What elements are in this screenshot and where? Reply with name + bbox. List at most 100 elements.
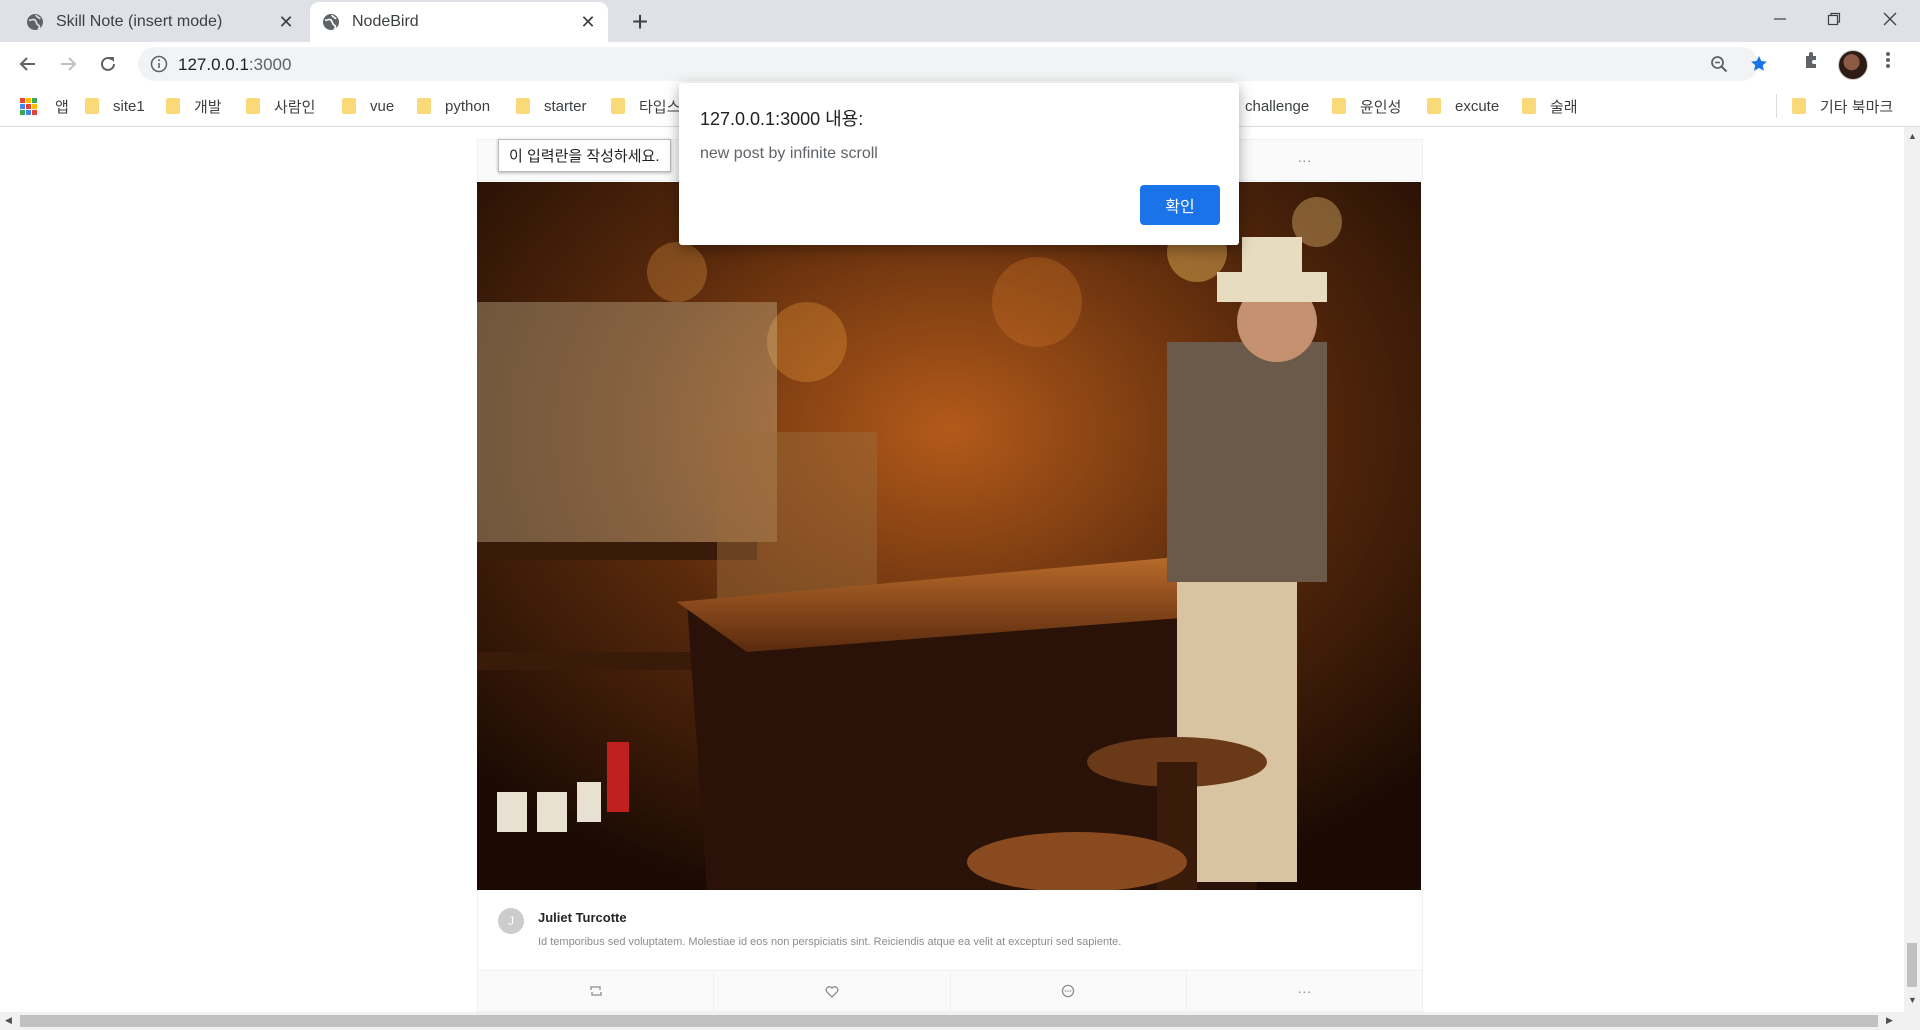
more-button[interactable]: ··· (1187, 971, 1422, 1011)
folder-icon (246, 98, 260, 114)
close-icon (1883, 12, 1897, 26)
browser-toolbar: 127.0.0.1:3000 (0, 42, 1920, 86)
folder-icon (1522, 98, 1536, 114)
reload-button[interactable] (94, 50, 122, 78)
url-port: :3000 (248, 55, 292, 74)
bookmark-label: 타입스 (639, 98, 681, 116)
globe-icon (323, 14, 339, 30)
post-author: Juliet Turcotte (538, 910, 627, 925)
folder-icon (85, 98, 99, 114)
post-card-meta: J Juliet Turcotte Id temporibus sed volu… (477, 890, 1423, 971)
post-image (477, 182, 1421, 890)
confirm-button[interactable]: 확인 (1140, 185, 1220, 225)
folder-icon (417, 98, 431, 114)
horizontal-scrollbar[interactable]: ◀ ▶ (0, 1012, 1920, 1030)
bookmark-label: 개발 (194, 98, 222, 116)
comment-icon (1061, 984, 1075, 998)
retweet-icon (589, 986, 602, 996)
bookmark-folder[interactable]: 개발 (166, 94, 222, 118)
tab-strip: Skill Note (insert mode) ✕ NodeBird ✕ + (0, 0, 1920, 42)
heart-icon (825, 985, 839, 998)
menu-dots-icon[interactable] (1884, 50, 1892, 70)
restore-icon (1827, 12, 1841, 26)
arrow-right-icon (61, 57, 77, 71)
folder-icon (611, 98, 625, 114)
minimize-icon (1774, 18, 1786, 20)
validation-tooltip: 이 입력란을 작성하세요. (498, 139, 671, 172)
close-window-button[interactable] (1862, 0, 1918, 38)
vertical-scrollbar[interactable]: ▲ ▼ (1904, 127, 1920, 1012)
bookmark-label: excute (1455, 97, 1500, 115)
profile-avatar[interactable] (1838, 50, 1868, 80)
bookmark-folder[interactable]: site1 (85, 94, 145, 118)
bookmark-folder[interactable]: starter (516, 94, 587, 118)
bookmark-label: vue (370, 97, 395, 115)
post-content: Id temporibus sed voluptatem. Molestiae … (538, 936, 1122, 948)
restore-button[interactable] (1806, 0, 1862, 38)
tab-skill-note[interactable]: Skill Note (insert mode) ✕ (14, 2, 306, 42)
bookmark-label: 사람인 (274, 98, 316, 116)
scroll-left-icon[interactable]: ◀ (5, 1015, 12, 1026)
bookmark-other[interactable]: 기타 북마크 (1792, 94, 1893, 118)
bookmark-label: 윤인성 (1360, 98, 1402, 116)
info-icon (150, 55, 168, 73)
alert-message: new post by infinite scroll (700, 145, 878, 162)
folder-icon (166, 98, 180, 114)
folder-icon (1332, 98, 1346, 114)
bookmark-folder[interactable]: vue (342, 94, 394, 118)
zoom-icon[interactable] (1710, 55, 1728, 73)
bookmark-folder[interactable]: 술래 (1522, 94, 1578, 118)
retweet-button[interactable] (478, 971, 715, 1011)
bookmark-label: 술래 (1550, 98, 1578, 116)
bookmark-apps[interactable]: 앱 (20, 94, 69, 118)
bar-scene-image (477, 182, 1421, 890)
bookmark-folder[interactable]: excute (1427, 94, 1499, 118)
bookmark-folder[interactable]: python (417, 94, 490, 118)
globe-icon (27, 14, 43, 30)
extensions-icon[interactable] (1802, 50, 1822, 70)
reload-icon (101, 56, 115, 71)
arrow-left-icon (19, 57, 35, 71)
alert-title: 127.0.0.1:3000 내용: (700, 109, 864, 129)
scrollbar-thumb[interactable] (20, 1015, 1878, 1027)
folder-icon (1792, 98, 1806, 114)
new-tab-button[interactable]: + (624, 6, 656, 38)
star-icon[interactable] (1750, 55, 1768, 73)
folder-icon (1427, 98, 1441, 114)
avatar[interactable]: J (498, 908, 524, 934)
close-tab-icon[interactable]: ✕ (272, 12, 300, 33)
scrollbar-thumb[interactable] (1907, 943, 1917, 987)
close-tab-icon[interactable]: ✕ (574, 12, 602, 33)
bookmark-label: 기타 북마크 (1820, 98, 1894, 116)
bookmark-folder[interactable]: 윤인성 (1332, 94, 1401, 118)
tab-nodebird[interactable]: NodeBird ✕ (310, 2, 608, 42)
bookmark-label: starter (544, 97, 587, 115)
like-button[interactable] (714, 971, 951, 1011)
address-bar[interactable]: 127.0.0.1:3000 (138, 47, 1767, 81)
folder-icon (516, 98, 530, 114)
bookmark-label: python (445, 97, 491, 115)
forward-button[interactable] (54, 50, 82, 78)
tab-title: Skill Note (insert mode) (56, 13, 223, 30)
comment-button[interactable] (951, 971, 1187, 1011)
apps-grid-icon (20, 97, 37, 115)
post-actions: ··· (477, 970, 1423, 1012)
scroll-down-icon[interactable]: ▼ (1908, 995, 1917, 1005)
scroll-right-icon[interactable]: ▶ (1886, 1015, 1893, 1026)
bookmark-label: challenge (1245, 97, 1310, 115)
back-button[interactable] (14, 50, 42, 78)
scroll-up-icon[interactable]: ▲ (1908, 131, 1917, 141)
folder-icon (342, 98, 356, 114)
bookmark-label: 앱 (55, 98, 69, 116)
page-viewport: ··· J Juliet Turcotte Id temporibus sed … (0, 127, 1904, 1012)
minimize-button[interactable] (1752, 0, 1808, 38)
bookmarks-separator (1776, 94, 1777, 118)
alert-dialog: 127.0.0.1:3000 내용: new post by infinite … (679, 83, 1239, 245)
bookmark-folder[interactable]: challenge (1245, 94, 1309, 118)
tab-title: NodeBird (352, 13, 419, 30)
bookmark-folder[interactable]: 타입스 (611, 94, 680, 118)
url-text: 127.0.0.1:3000 (178, 55, 291, 75)
bookmark-folder[interactable]: 사람인 (246, 94, 315, 118)
url-host: 127.0.0.1 (178, 55, 249, 74)
bookmark-label: site1 (113, 97, 145, 115)
